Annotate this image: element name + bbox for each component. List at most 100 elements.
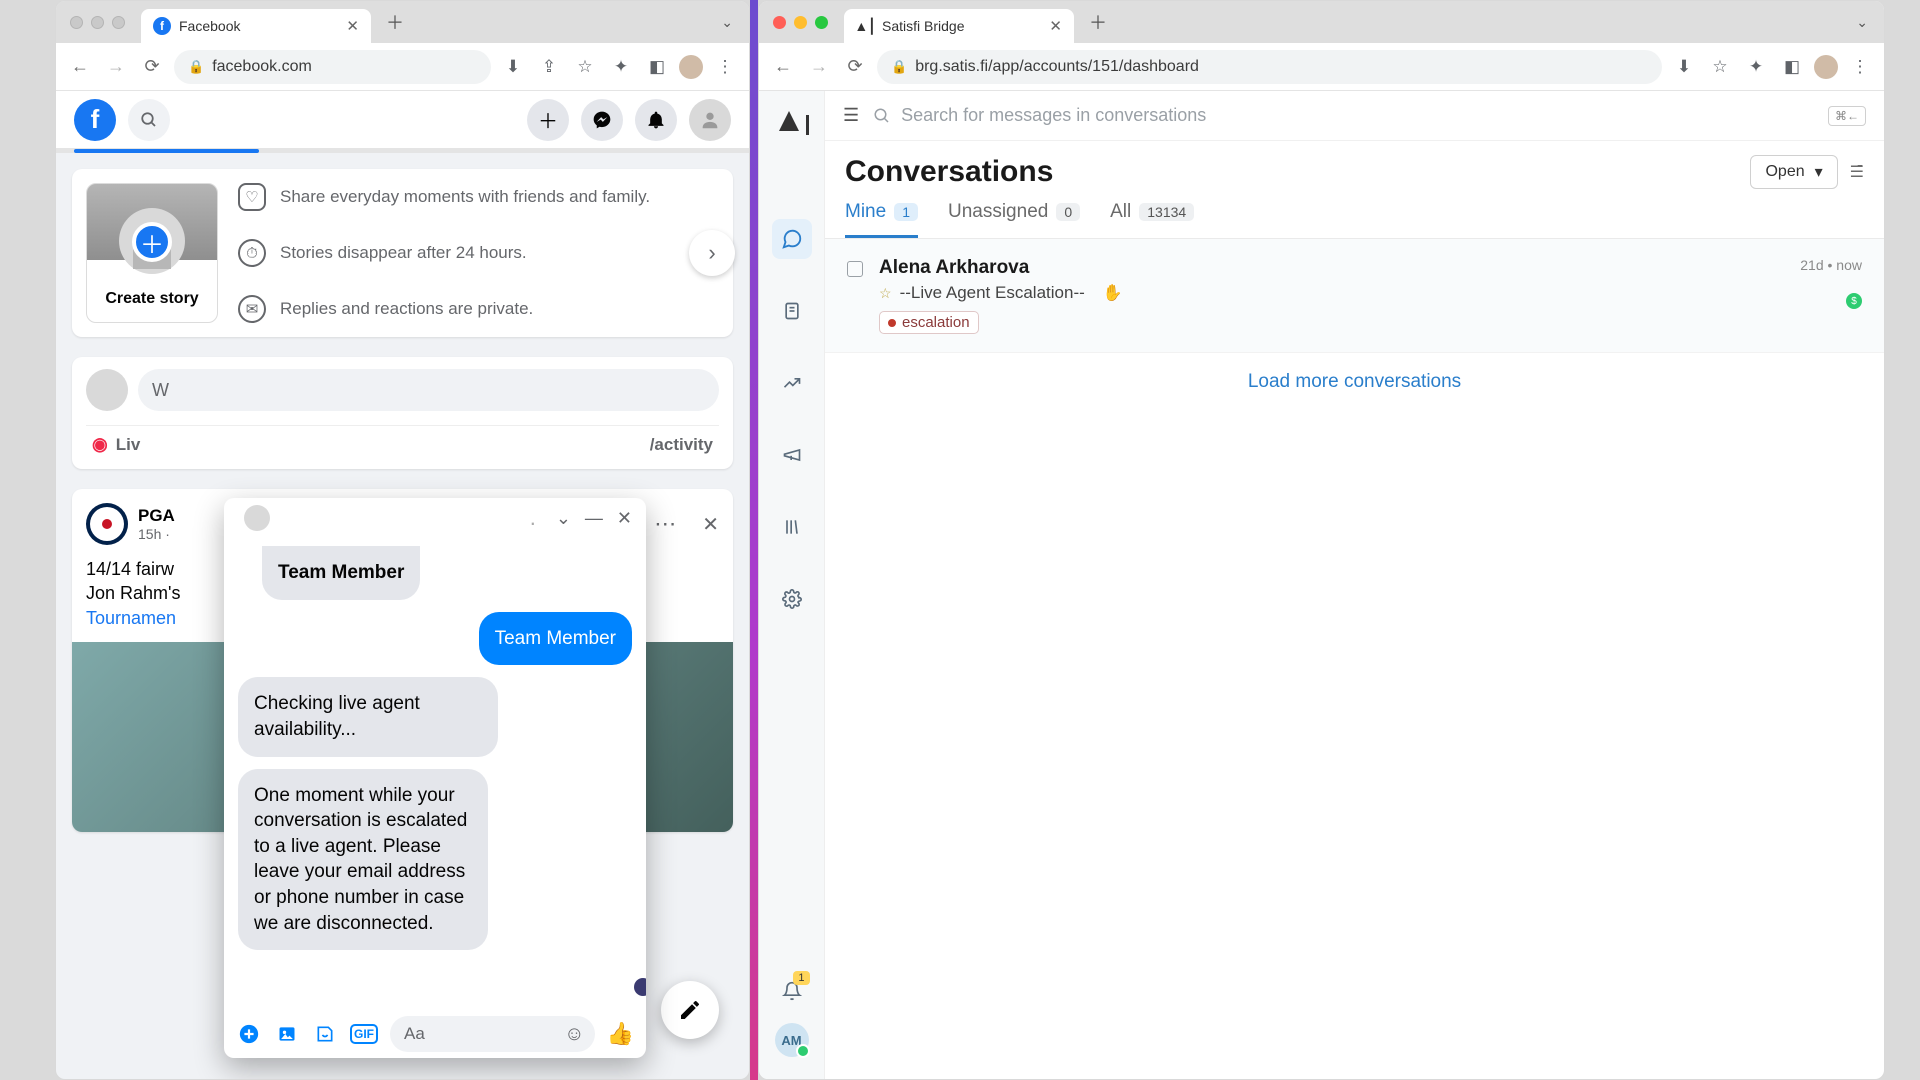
share-icon[interactable]: ⇪ xyxy=(535,53,563,81)
composer-input[interactable]: W xyxy=(138,369,719,411)
url-field[interactable]: 🔒 facebook.com xyxy=(174,50,491,84)
star-icon: ☆ xyxy=(879,285,892,302)
fb-profile-button[interactable] xyxy=(689,99,731,141)
chat-add-button[interactable] xyxy=(236,1021,262,1047)
tab-satisfi[interactable]: ▲⎮ Satisfi Bridge ✕ xyxy=(844,9,1074,43)
cursor-icon: ✋ xyxy=(1103,283,1123,303)
satisfi-logo-icon[interactable] xyxy=(777,111,807,135)
chat-dropdown-icon[interactable]: ⌄ xyxy=(556,508,571,529)
composer-live-button[interactable]: ◉ Liv xyxy=(92,434,140,455)
chat-input-placeholder: Aa xyxy=(404,1024,425,1044)
chrome-menu-icon[interactable]: ⋮ xyxy=(711,53,739,81)
post-author-name[interactable]: PGA xyxy=(138,506,175,526)
rail-campaigns-icon[interactable] xyxy=(772,435,812,475)
rail-reports-icon[interactable] xyxy=(772,363,812,403)
tab-mine-count: 1 xyxy=(894,203,918,221)
load-more-button[interactable]: Load more conversations xyxy=(825,353,1884,411)
hamburger-icon[interactable]: ☰ xyxy=(843,105,859,126)
nav-forward-button[interactable]: → xyxy=(805,53,833,81)
url-field[interactable]: 🔒 brg.satis.fi/app/accounts/151/dashboar… xyxy=(877,50,1662,84)
traffic-max-icon[interactable] xyxy=(815,16,828,29)
tab-mine[interactable]: Mine 1 xyxy=(845,201,918,238)
rail-conversations-icon[interactable] xyxy=(772,219,812,259)
conversation-row[interactable]: Alena Arkharova ☆ --Live Agent Escalatio… xyxy=(825,239,1884,353)
new-tab-button[interactable]: ＋ xyxy=(1084,8,1112,36)
traffic-max-icon[interactable] xyxy=(112,16,125,29)
facebook-favicon-icon: f xyxy=(153,17,171,35)
story-share-text: Share everyday moments with friends and … xyxy=(280,187,650,207)
chrome-profile-avatar[interactable] xyxy=(679,55,703,79)
chevron-down-icon: ▾ xyxy=(1815,162,1823,182)
post-close-button[interactable]: ✕ xyxy=(694,512,719,537)
escalation-tag[interactable]: escalation xyxy=(879,311,979,334)
row-checkbox[interactable] xyxy=(847,261,863,277)
chat-gif-button[interactable]: GIF xyxy=(350,1024,378,1044)
chat-emoji-icon[interactable]: ☺ xyxy=(564,1023,584,1046)
search-icon xyxy=(140,111,158,129)
tab-facebook[interactable]: f Facebook ✕ xyxy=(141,9,371,43)
chat-body: Team Member Team Member Checking live ag… xyxy=(224,538,646,1010)
stories-next-button[interactable]: › xyxy=(689,230,735,276)
fb-compose-fab[interactable] xyxy=(661,981,719,1039)
status-filter-dropdown[interactable]: Open ▾ xyxy=(1750,155,1837,189)
rail-user-avatar[interactable]: AM xyxy=(775,1023,809,1057)
lock-icon: 🔒 xyxy=(891,59,907,75)
sidepanel-icon[interactable]: ◧ xyxy=(643,53,671,81)
chat-minimize-icon[interactable]: — xyxy=(585,508,603,529)
rail-settings-icon[interactable] xyxy=(772,579,812,619)
global-search-input[interactable]: Search for messages in conversations xyxy=(873,105,1814,126)
fb-search-button[interactable] xyxy=(128,99,170,141)
story-disappear-text: Stories disappear after 24 hours. xyxy=(280,243,527,263)
conversation-name: Alena Arkharova xyxy=(879,257,1784,279)
fb-notifications-button[interactable] xyxy=(635,99,677,141)
composer-avatar[interactable] xyxy=(86,369,128,411)
fb-messenger-button[interactable] xyxy=(581,99,623,141)
traffic-close-icon[interactable] xyxy=(70,16,83,29)
nav-forward-button[interactable]: → xyxy=(102,53,130,81)
bookmark-star-icon[interactable]: ☆ xyxy=(571,53,599,81)
conversation-meta: 21d • now $ xyxy=(1800,257,1862,309)
post-hashtag[interactable]: Tournamen xyxy=(86,608,176,628)
nav-back-button[interactable]: ← xyxy=(66,53,94,81)
extensions-icon[interactable]: ✦ xyxy=(1742,53,1770,81)
post-author-avatar[interactable] xyxy=(86,503,128,545)
close-tab-icon[interactable]: ✕ xyxy=(1049,17,1062,35)
chrome-menu-icon[interactable]: ⋮ xyxy=(1846,53,1874,81)
rail-contacts-icon[interactable] xyxy=(772,291,812,331)
messenger-icon xyxy=(592,110,612,130)
rail-library-icon[interactable] xyxy=(772,507,812,547)
traffic-min-icon[interactable] xyxy=(91,16,104,29)
share-moments-icon: ♡ xyxy=(238,183,266,211)
tablist-dropdown-icon[interactable]: ⌄ xyxy=(721,14,741,31)
fb-create-button[interactable]: ＋ xyxy=(527,99,569,141)
chat-image-button[interactable] xyxy=(274,1021,300,1047)
nav-reload-button[interactable]: ⟳ xyxy=(841,53,869,81)
post-menu-button[interactable]: ⋯ xyxy=(646,511,684,537)
chat-close-icon[interactable]: ✕ xyxy=(617,508,632,529)
chat-input[interactable]: Aa ☺ xyxy=(390,1016,595,1052)
new-tab-button[interactable]: ＋ xyxy=(381,8,409,36)
nav-reload-button[interactable]: ⟳ xyxy=(138,53,166,81)
filter-icon[interactable]: ☰̄ xyxy=(1850,162,1864,182)
chat-header-avatar[interactable] xyxy=(244,505,270,531)
tab-unassigned[interactable]: Unassigned 0 xyxy=(948,201,1080,238)
bookmark-star-icon[interactable]: ☆ xyxy=(1706,53,1734,81)
traffic-close-icon[interactable] xyxy=(773,16,786,29)
nav-back-button[interactable]: ← xyxy=(769,53,797,81)
sidepanel-icon[interactable]: ◧ xyxy=(1778,53,1806,81)
extensions-icon[interactable]: ✦ xyxy=(607,53,635,81)
install-pwa-icon[interactable]: ⬇ xyxy=(499,53,527,81)
tab-all[interactable]: All 13134 xyxy=(1110,201,1194,238)
rail-notifications-icon[interactable]: 1 xyxy=(782,981,802,1001)
fb-logo-icon[interactable]: f xyxy=(74,99,116,141)
traffic-min-icon[interactable] xyxy=(794,16,807,29)
create-story-tile[interactable]: ＋ Create story xyxy=(86,183,218,323)
tablist-dropdown-icon[interactable]: ⌄ xyxy=(1856,14,1876,31)
close-tab-icon[interactable]: ✕ xyxy=(346,17,359,35)
composer-activity-button[interactable]: /activity xyxy=(650,434,713,455)
chrome-profile-avatar[interactable] xyxy=(1814,55,1838,79)
chat-like-button[interactable]: 👍 xyxy=(607,1021,634,1047)
status-filter-label: Open xyxy=(1765,163,1804,181)
install-pwa-icon[interactable]: ⬇ xyxy=(1670,53,1698,81)
chat-sticker-button[interactable] xyxy=(312,1021,338,1047)
